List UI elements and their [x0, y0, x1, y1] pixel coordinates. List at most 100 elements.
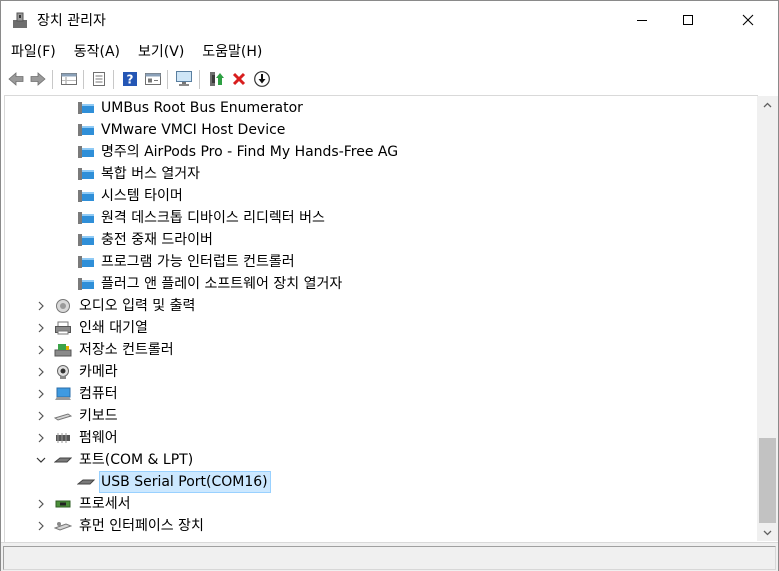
toolbar-separator	[83, 70, 84, 89]
chevron-right-icon	[38, 521, 44, 531]
system-device-icon	[78, 234, 94, 246]
tree-category-computer[interactable]: 컴퓨터	[5, 383, 755, 405]
download-driver-icon	[254, 71, 270, 87]
status-cell	[3, 546, 776, 570]
expand-chevron[interactable]	[35, 383, 47, 405]
hid-icon	[54, 522, 72, 531]
tree-item-label: 명주의 AirPods Pro - Find My Hands-Free AG	[101, 144, 399, 160]
chevron-right-icon	[38, 323, 44, 333]
device-manager-window: 장치 관리자 파일(F) 동작(A) 보기(V) 도움말(H) ? UMBus …	[0, 0, 779, 571]
collapse-chevron[interactable]	[35, 449, 47, 471]
menu-view[interactable]: 보기(V)	[130, 39, 192, 65]
storage-controller-icon	[54, 344, 72, 357]
properties-button[interactable]	[59, 69, 79, 89]
tree-item[interactable]: UMBus Root Bus Enumerator	[5, 97, 755, 119]
scroll-up-button[interactable]	[757, 96, 778, 113]
computer-icon	[55, 387, 71, 400]
chevron-right-icon	[38, 433, 44, 443]
expand-chevron[interactable]	[35, 339, 47, 361]
menu-file[interactable]: 파일(F)	[3, 39, 64, 65]
toolbar-separator	[167, 70, 168, 89]
system-device-icon	[78, 190, 94, 202]
maximize-button[interactable]	[665, 1, 711, 38]
close-button[interactable]	[725, 1, 771, 38]
minimize-button[interactable]	[619, 1, 665, 38]
close-icon	[742, 14, 754, 25]
update-driver-button[interactable]	[206, 69, 226, 89]
maximize-icon	[683, 14, 693, 25]
tree-item[interactable]: 프로그램 가능 인터럽트 컨트롤러	[5, 251, 755, 273]
tree-category-firmware[interactable]: 펌웨어	[5, 427, 755, 449]
forward-button[interactable]	[28, 69, 48, 89]
system-device-icon	[78, 146, 94, 158]
expand-chevron[interactable]	[35, 295, 47, 317]
download-driver-button[interactable]	[252, 69, 272, 89]
tree-item[interactable]: 명주의 AirPods Pro - Find My Hands-Free AG	[5, 141, 755, 163]
tree-item[interactable]: 원격 데스크톱 디바이스 리디렉터 버스	[5, 207, 755, 229]
toolbar: ?	[1, 66, 778, 94]
tree-category-label: 오디오 입력 및 출력	[79, 298, 196, 314]
title-bar[interactable]: 장치 관리자	[1, 1, 778, 38]
scroll-down-button[interactable]	[757, 524, 778, 541]
tree-item-label: VMware VMCI Host Device	[101, 122, 286, 138]
audio-speaker-icon	[56, 299, 70, 313]
tree-category-keyboard[interactable]: 키보드	[5, 405, 755, 427]
update-driver-icon	[210, 72, 224, 86]
tree-item-label: USB Serial Port(COM16)	[101, 474, 268, 490]
toolbar-separator	[113, 70, 114, 89]
tree-category-label: 펌웨어	[79, 430, 118, 446]
minimize-icon	[637, 19, 647, 21]
printer-icon	[55, 321, 71, 335]
view-resources-button[interactable]	[143, 69, 163, 89]
back-button[interactable]	[6, 69, 26, 89]
tree-category-processor[interactable]: 프로세서	[5, 493, 755, 515]
vertical-scrollbar[interactable]	[757, 96, 778, 541]
tree-category-ports[interactable]: 포트(COM & LPT)	[5, 449, 755, 471]
tree-category-print-queue[interactable]: 인쇄 대기열	[5, 317, 755, 339]
tree-item[interactable]: 시스템 타이머	[5, 185, 755, 207]
firmware-chip-icon	[56, 433, 70, 443]
tree-item-selected[interactable]: USB Serial Port(COM16)	[5, 471, 755, 493]
device-manager-icon	[13, 12, 27, 28]
expand-chevron[interactable]	[35, 493, 47, 515]
expand-chevron[interactable]	[35, 405, 47, 427]
forward-arrow-icon	[30, 72, 46, 86]
tree-item[interactable]: VMware VMCI Host Device	[5, 119, 755, 141]
window-title: 장치 관리자	[37, 13, 106, 29]
tree-category-label: 카메라	[79, 364, 118, 380]
menu-bar: 파일(F) 동작(A) 보기(V) 도움말(H)	[1, 39, 778, 65]
device-list-button[interactable]	[89, 69, 109, 89]
device-tree[interactable]: UMBus Root Bus Enumerator VMware VMCI Ho…	[4, 95, 758, 542]
tree-item-label: UMBus Root Bus Enumerator	[101, 100, 303, 116]
tree-category-audio[interactable]: 오디오 입력 및 출력	[5, 295, 755, 317]
scan-hardware-button[interactable]	[174, 69, 194, 89]
tree-category-hid[interactable]: 휴먼 인터페이스 장치	[5, 515, 755, 537]
webcam-icon	[57, 365, 69, 379]
tree-item-label: 복합 버스 열거자	[101, 166, 201, 182]
tree-item-label: 플러그 앤 플레이 소프트웨어 장치 열거자	[101, 276, 343, 292]
system-device-icon	[78, 168, 94, 180]
port-connector-icon	[54, 457, 72, 463]
tree-category-camera[interactable]: 카메라	[5, 361, 755, 383]
uninstall-button[interactable]	[229, 69, 249, 89]
tree-category-storage-controllers[interactable]: 저장소 컨트롤러	[5, 339, 755, 361]
menu-action[interactable]: 동작(A)	[66, 39, 128, 65]
expand-chevron[interactable]	[35, 427, 47, 449]
tree-category-label: 포트(COM & LPT)	[79, 452, 194, 468]
tree-item[interactable]: 충전 중재 드라이버	[5, 229, 755, 251]
toolbar-separator	[52, 70, 53, 89]
system-device-icon	[78, 124, 94, 136]
chevron-right-icon	[38, 499, 44, 509]
help-button[interactable]: ?	[120, 69, 140, 89]
menu-help[interactable]: 도움말(H)	[194, 39, 270, 65]
device-list-icon	[93, 72, 105, 86]
system-device-icon	[78, 212, 94, 224]
expand-chevron[interactable]	[35, 361, 47, 383]
scrollbar-thumb[interactable]	[759, 438, 776, 523]
chevron-right-icon	[38, 301, 44, 311]
expand-chevron[interactable]	[35, 317, 47, 339]
expand-chevron[interactable]	[35, 515, 47, 537]
tree-item[interactable]: 플러그 앤 플레이 소프트웨어 장치 열거자	[5, 273, 755, 295]
tree-item[interactable]: 복합 버스 열거자	[5, 163, 755, 185]
back-arrow-icon	[8, 72, 24, 86]
